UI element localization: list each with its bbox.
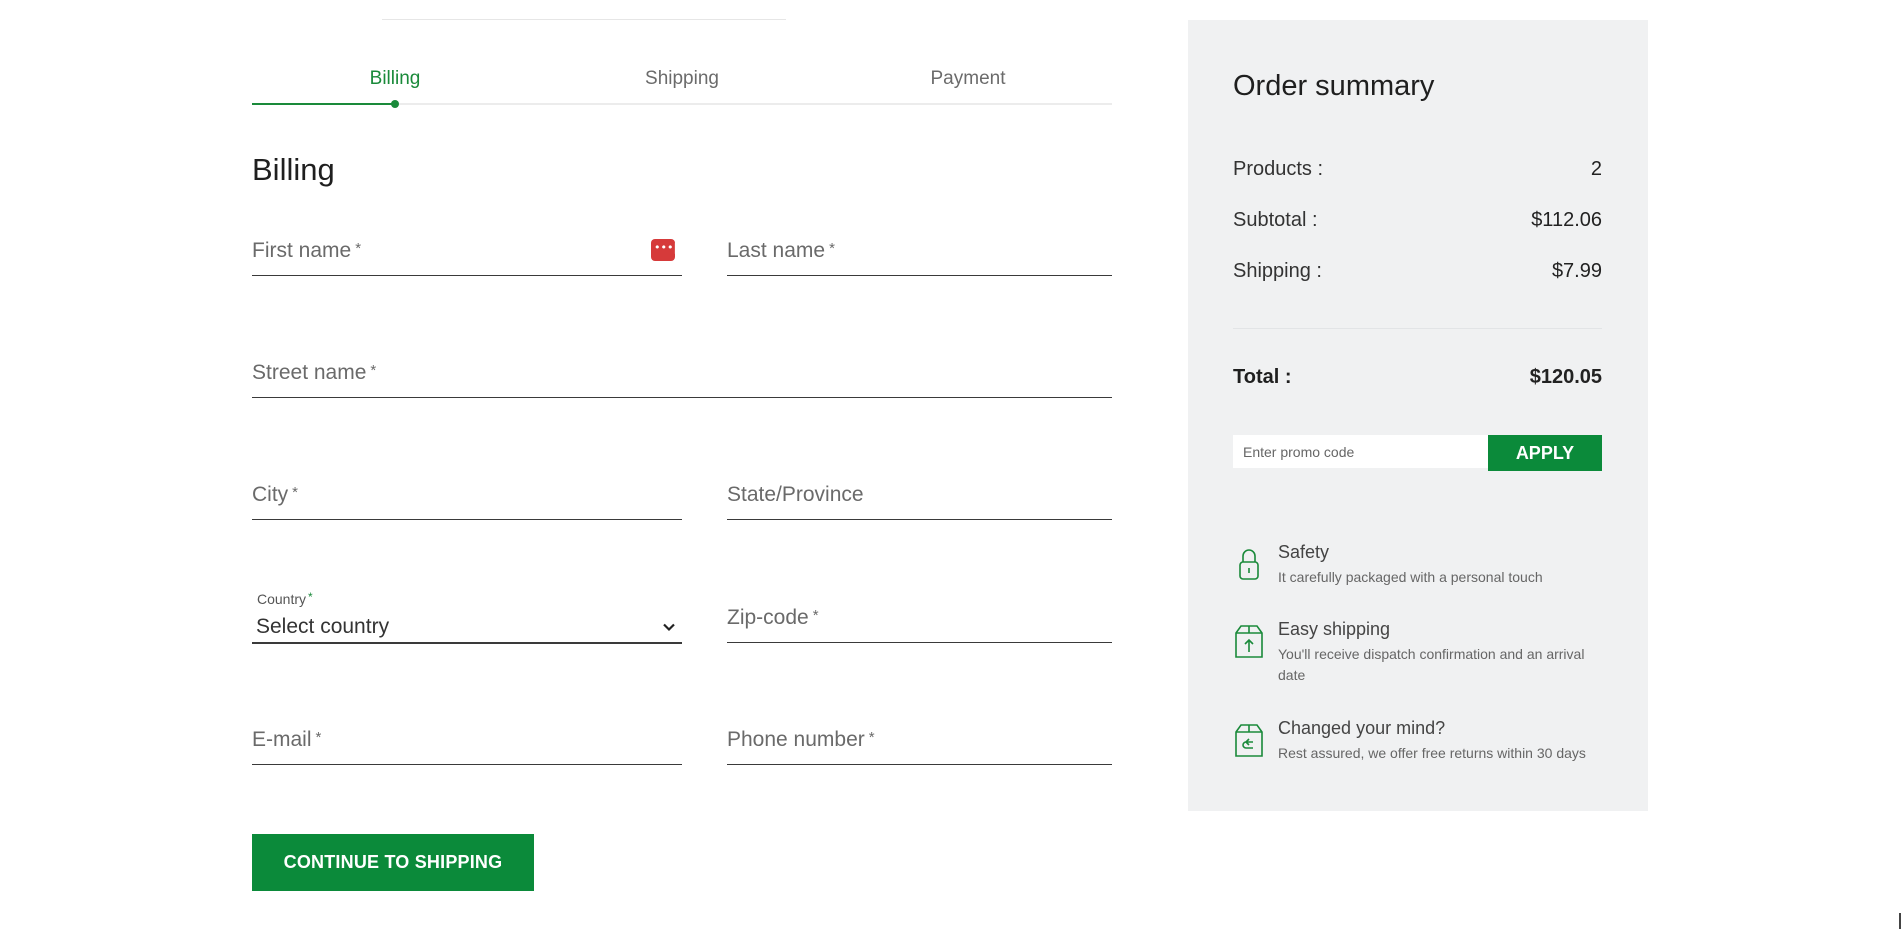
country-select[interactable]: Country * Select country bbox=[252, 584, 682, 644]
apply-promo-button[interactable]: APPLY bbox=[1488, 435, 1602, 471]
products-label: Products : bbox=[1233, 158, 1324, 180]
country-selected-value: Select country bbox=[256, 615, 390, 638]
feature-easy-shipping-title: Easy shipping bbox=[1278, 619, 1391, 639]
subtotal-label: Subtotal : bbox=[1233, 209, 1318, 231]
street-name-field[interactable]: Street name * bbox=[252, 352, 1112, 398]
total-value: $120.05 bbox=[1529, 366, 1602, 388]
feature-safety-title: Safety bbox=[1278, 542, 1330, 562]
feature-easy-shipping-desc: You'll receive dispatch confirmation and… bbox=[1278, 646, 1585, 683]
state-field[interactable]: State/Province bbox=[727, 474, 1112, 520]
country-label: Country * bbox=[257, 590, 313, 607]
step-billing[interactable]: Billing bbox=[370, 68, 421, 90]
total-row: Total : $120.05 bbox=[1233, 366, 1602, 396]
city-placeholder: City * bbox=[252, 483, 299, 506]
subtotal-value: $112.06 bbox=[1531, 209, 1602, 231]
top-divider bbox=[382, 19, 786, 20]
first-name-placeholder: First name * bbox=[252, 239, 362, 262]
feature-returns-desc: Rest assured, we offer free returns with… bbox=[1278, 745, 1586, 761]
chevron-down-icon bbox=[663, 623, 675, 632]
promo-code-input[interactable] bbox=[1233, 435, 1488, 468]
total-label: Total : bbox=[1233, 366, 1292, 388]
checkout-steps: Billing Shipping Payment bbox=[252, 62, 1112, 108]
billing-title: Billing bbox=[252, 152, 335, 187]
state-placeholder: State/Province bbox=[727, 483, 864, 506]
shipping-row: Shipping : $7.99 bbox=[1233, 260, 1602, 290]
phone-field[interactable]: Phone number * bbox=[727, 719, 1112, 765]
street-name-placeholder: Street name * bbox=[252, 361, 377, 384]
feature-returns-title: Changed your mind? bbox=[1278, 718, 1446, 738]
email-field[interactable]: E-mail * bbox=[252, 719, 682, 765]
last-name-field[interactable]: Last name * bbox=[727, 230, 1112, 276]
promo-code-form: APPLY bbox=[1233, 435, 1602, 471]
phone-placeholder: Phone number * bbox=[727, 728, 875, 751]
steps-progress bbox=[252, 103, 395, 105]
products-row: Products : 2 bbox=[1233, 158, 1602, 188]
lock-icon bbox=[1239, 549, 1259, 580]
continue-to-shipping-button[interactable]: CONTINUE TO SHIPPING bbox=[252, 834, 534, 891]
shipping-label: Shipping : bbox=[1233, 260, 1322, 282]
zip-code-field[interactable]: Zip-code * bbox=[727, 597, 1112, 643]
steps-progress-dot bbox=[391, 100, 399, 108]
password-manager-icon[interactable] bbox=[651, 239, 677, 261]
order-summary-title: Order summary bbox=[1233, 70, 1435, 102]
feature-safety-desc: It carefully packaged with a personal to… bbox=[1278, 569, 1543, 585]
box-return-icon bbox=[1235, 724, 1263, 757]
order-summary-panel: Order summary Products : 2 Subtotal : $1… bbox=[1188, 20, 1648, 811]
products-value: 2 bbox=[1590, 158, 1602, 180]
subtotal-row: Subtotal : $112.06 bbox=[1233, 209, 1602, 239]
step-shipping[interactable]: Shipping bbox=[645, 68, 719, 90]
first-name-field[interactable]: First name * bbox=[252, 230, 682, 276]
city-field[interactable]: City * bbox=[252, 474, 682, 520]
summary-divider bbox=[1233, 328, 1602, 329]
box-upload-icon bbox=[1235, 625, 1263, 658]
email-placeholder: E-mail * bbox=[252, 728, 322, 751]
zip-code-placeholder: Zip-code * bbox=[727, 606, 819, 629]
step-payment[interactable]: Payment bbox=[931, 68, 1006, 90]
shipping-value: $7.99 bbox=[1551, 260, 1602, 282]
last-name-placeholder: Last name * bbox=[727, 239, 835, 262]
